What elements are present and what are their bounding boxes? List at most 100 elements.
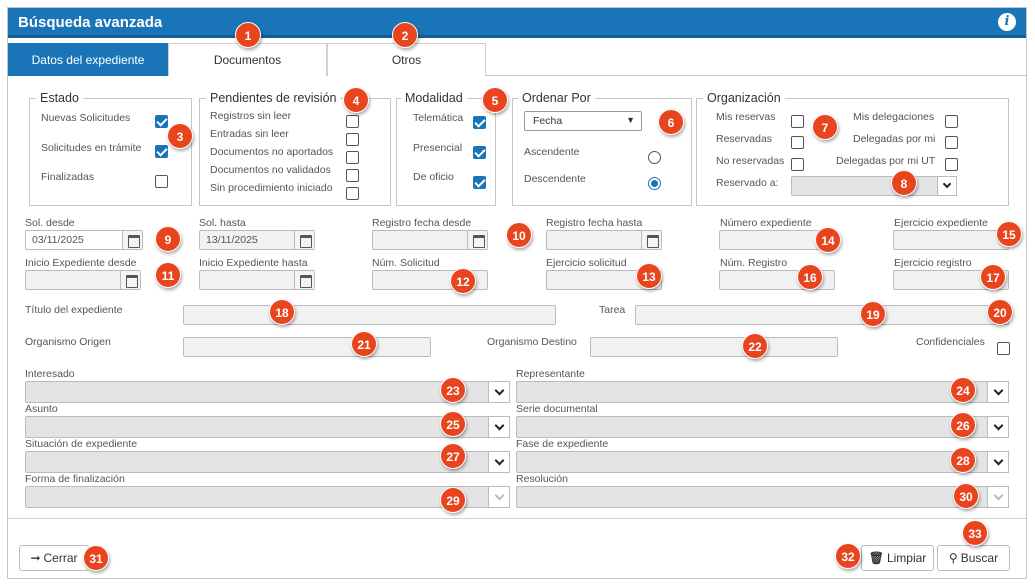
organismo-origen-label: Organismo Origen (25, 336, 111, 348)
representante-label: Representante (516, 368, 585, 380)
organismo-destino-input[interactable] (590, 337, 838, 357)
serie-documental-label: Serie documental (516, 403, 598, 415)
ascendente-radio[interactable] (648, 151, 661, 164)
tab-otros[interactable]: Otros (327, 43, 486, 76)
annotation-badge: 11 (155, 262, 181, 288)
ejercicio-solicitud-label: Ejercicio solicitud (546, 257, 627, 269)
confidenciales-checkbox[interactable] (997, 342, 1010, 355)
modalidad-group: Modalidad Telemática Presencial De ofici… (396, 91, 496, 206)
docs-no-validados-checkbox[interactable] (346, 169, 359, 182)
inicio-exp-hasta-input[interactable] (199, 270, 315, 290)
resolucion-combo[interactable] (516, 486, 1009, 508)
sol-hasta-input[interactable]: 13/11/2025 (199, 230, 315, 250)
reservado-a-dropdown-button[interactable] (937, 176, 957, 196)
annotation-badge: 20 (987, 299, 1013, 325)
docs-no-aportados-label: Documentos no aportados (210, 146, 334, 158)
representante-combo[interactable] (516, 381, 1009, 403)
finalizadas-checkbox[interactable] (155, 175, 168, 188)
chevron-down-icon (494, 455, 504, 466)
solicitudes-tramite-label: Solicitudes en trámite (41, 142, 142, 154)
ordenar-select[interactable]: Fecha ▼ (524, 111, 642, 131)
limpiar-label: Limpiar (886, 551, 927, 565)
modalidad-legend: Modalidad (401, 91, 467, 105)
annotation-badge: 6 (658, 109, 684, 135)
calendar-icon[interactable] (120, 271, 140, 289)
docs-no-aportados-checkbox[interactable] (346, 151, 359, 164)
titulo-label: Título del expediente (25, 304, 123, 316)
serie-documental-dropdown-button[interactable] (987, 416, 1009, 438)
annotation-badge: 14 (815, 227, 841, 253)
serie-documental-combo[interactable] (516, 416, 1009, 438)
interesado-dropdown-button[interactable] (488, 381, 510, 403)
inicio-exp-desde-input[interactable] (25, 270, 141, 290)
confidenciales-label: Confidenciales (916, 336, 985, 348)
forma-finalizacion-dropdown-button[interactable] (488, 486, 510, 508)
cerrar-button[interactable]: ➞ Cerrar (19, 545, 89, 571)
nuevas-solicitudes-checkbox[interactable] (155, 115, 168, 128)
asunto-combo[interactable] (25, 416, 510, 438)
annotation-badge: 18 (269, 299, 295, 325)
fase-dropdown-button[interactable] (987, 451, 1009, 473)
annotation-badge: 16 (797, 264, 823, 290)
interesado-combo[interactable] (25, 381, 510, 403)
de-oficio-label: De oficio (413, 171, 454, 183)
sol-hasta-label: Sol. hasta (199, 217, 246, 229)
annotation-badge: 28 (950, 447, 976, 473)
forma-finalizacion-label: Forma de finalización (25, 473, 125, 485)
entradas-sin-leer-checkbox[interactable] (346, 133, 359, 146)
tab-bar: Datos del expediente Documentos Otros (8, 43, 1026, 76)
situacion-dropdown-button[interactable] (488, 451, 510, 473)
mis-reservas-checkbox[interactable] (791, 115, 804, 128)
calendar-icon[interactable] (294, 271, 314, 289)
chevron-down-icon (494, 490, 504, 501)
pendientes-legend: Pendientes de revisión (206, 91, 341, 105)
fase-combo[interactable] (516, 451, 1009, 473)
tarea-input[interactable] (635, 305, 1009, 325)
no-reservadas-checkbox[interactable] (791, 158, 804, 171)
ejercicio-expediente-input[interactable] (893, 230, 1009, 250)
representante-dropdown-button[interactable] (987, 381, 1009, 403)
calendar-icon[interactable] (122, 231, 142, 249)
registro-fecha-desde-input[interactable] (372, 230, 488, 250)
sin-procedimiento-checkbox[interactable] (346, 187, 359, 200)
annotation-badge: 10 (506, 222, 532, 248)
estado-group: Estado Nuevas Solicitudes Solicitudes en… (29, 91, 192, 206)
delegadas-por-mi-checkbox[interactable] (945, 136, 958, 149)
chevron-down-icon (494, 385, 504, 396)
sol-desde-input[interactable]: 03/11/2025 (25, 230, 143, 250)
chevron-down-icon (494, 420, 504, 431)
info-icon[interactable]: i (998, 13, 1016, 31)
annotation-badge: 26 (950, 412, 976, 438)
registros-sin-leer-checkbox[interactable] (346, 115, 359, 128)
descendente-radio[interactable] (648, 177, 661, 190)
nuevas-solicitudes-label: Nuevas Solicitudes (41, 112, 131, 124)
situacion-combo[interactable] (25, 451, 510, 473)
limpiar-button[interactable]: 🗑 Limpiar (861, 545, 934, 571)
resolucion-dropdown-button[interactable] (987, 486, 1009, 508)
annotation-badge: 8 (891, 170, 917, 196)
registro-fecha-hasta-input[interactable] (546, 230, 662, 250)
mis-delegaciones-checkbox[interactable] (945, 115, 958, 128)
delegadas-por-mi-ut-checkbox[interactable] (945, 158, 958, 171)
titulo-input[interactable] (183, 305, 556, 325)
annotation-badge: 7 (812, 114, 838, 140)
de-oficio-checkbox[interactable] (473, 176, 486, 189)
solicitudes-tramite-checkbox[interactable] (155, 145, 168, 158)
presencial-checkbox[interactable] (473, 146, 486, 159)
calendar-icon[interactable] (294, 231, 314, 249)
registro-fecha-hasta-label: Registro fecha hasta (546, 217, 643, 229)
reservado-a-combo[interactable] (791, 176, 957, 196)
inicio-exp-desde-label: Inicio Expediente desde (25, 257, 137, 269)
forma-finalizacion-combo[interactable] (25, 486, 510, 508)
calendar-icon[interactable] (641, 231, 661, 249)
calendar-icon[interactable] (467, 231, 487, 249)
num-registro-label: Núm. Registro (720, 257, 788, 269)
telematica-checkbox[interactable] (473, 116, 486, 129)
annotation-badge: 5 (482, 87, 508, 113)
buscar-button[interactable]: ⚲ Buscar (937, 545, 1010, 571)
reservado-a-label: Reservado a: (716, 177, 779, 189)
asunto-dropdown-button[interactable] (488, 416, 510, 438)
tab-datos-expediente[interactable]: Datos del expediente (8, 43, 168, 76)
organismo-origen-input[interactable] (183, 337, 431, 357)
reservadas-checkbox[interactable] (791, 136, 804, 149)
